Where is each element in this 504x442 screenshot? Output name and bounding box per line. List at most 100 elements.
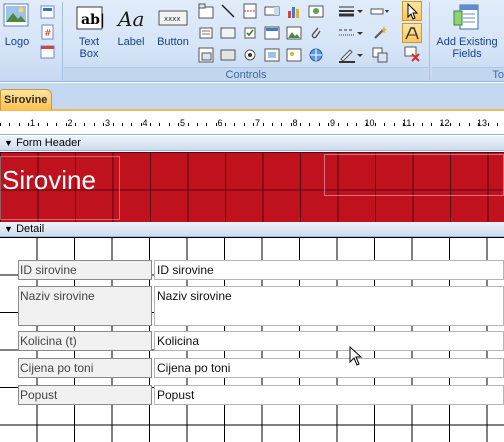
ruler-tick <box>497 123 498 126</box>
svg-text:xxxx: xxxx <box>164 15 181 23</box>
line-icon[interactable] <box>220 3 236 19</box>
ruler-tick <box>197 123 198 126</box>
page-numbers-icon[interactable]: # <box>40 24 56 40</box>
convert-icon[interactable] <box>372 47 388 63</box>
rectangle-icon[interactable] <box>198 25 214 41</box>
horizontal-ruler[interactable]: 1 2 3 4 5 6 7 8 9 10 11 12 13 <box>0 114 504 135</box>
form-header-band[interactable]: Sirovine <box>0 152 504 222</box>
ruler-tick <box>244 123 245 126</box>
ruler-number: 4 <box>142 118 148 128</box>
textbox-id-sirovine[interactable]: ID sirovine <box>154 260 504 280</box>
select-arrow-icon[interactable] <box>402 1 422 21</box>
ruler-tick <box>488 123 489 126</box>
form-title-text: Sirovine <box>2 165 96 195</box>
ruler-number: 6 <box>217 118 223 128</box>
ruler-tick <box>206 123 207 126</box>
set-control-defaults-icon[interactable] <box>370 3 390 19</box>
label-label: Label <box>117 36 145 48</box>
add-existing-fields-button[interactable]: Add Existing Fields <box>432 2 502 60</box>
label-id-sirovine[interactable]: ID sirovine <box>18 260 152 280</box>
form-header-section-label: Form Header <box>16 137 81 149</box>
ruler-number: 10 <box>364 118 375 128</box>
subform-icon[interactable] <box>198 47 214 63</box>
ruler-tick <box>431 123 432 126</box>
line-thickness-icon[interactable] <box>338 3 364 19</box>
mouse-pointer-icon <box>349 345 363 366</box>
hyperlink-icon[interactable] <box>308 47 324 63</box>
ruler-number: 3 <box>105 118 111 128</box>
ruler-tick <box>253 123 254 126</box>
label-popust[interactable]: Popust <box>18 385 152 405</box>
svg-text:#: # <box>44 29 52 39</box>
group-separator <box>429 2 430 80</box>
textbox-label-1: Text <box>78 36 100 48</box>
ruler-tick <box>103 123 104 126</box>
ruler-tick <box>113 123 114 126</box>
textbox-popust[interactable]: Popust <box>154 385 504 405</box>
ruler-tick <box>19 123 20 126</box>
ruler-number: 8 <box>292 118 298 128</box>
title-icon[interactable] <box>40 4 56 20</box>
option-button-icon[interactable] <box>242 47 258 63</box>
command-button-icon: xxxx <box>157 2 189 34</box>
date-time-icon[interactable] <box>40 44 56 60</box>
detail-section-bar[interactable]: ▼ Detail <box>0 222 504 237</box>
remove-layout-icon[interactable] <box>404 46 420 62</box>
ruler-tick <box>422 123 423 126</box>
label-button[interactable]: Aa Label <box>114 2 148 48</box>
combo-box-icon[interactable] <box>264 3 280 19</box>
label-naziv-sirovine[interactable]: Naziv sirovine <box>18 286 152 326</box>
ribbon: Logo # ab| Text Box Aa Label xxxx Button… <box>0 0 504 82</box>
ruler-number: 11 <box>402 118 412 128</box>
textbox-icon: ab| <box>73 2 105 34</box>
button-button[interactable]: xxxx Button <box>152 2 194 48</box>
snap-to-grid-icon[interactable] <box>402 23 422 43</box>
control-wizards-icon[interactable] <box>372 25 388 41</box>
ruler-tick <box>131 123 132 126</box>
ruler-tick <box>375 123 376 126</box>
ruler-tick <box>328 123 329 126</box>
bound-object-icon[interactable] <box>264 47 280 63</box>
image-icon[interactable] <box>286 25 302 41</box>
option-group-icon[interactable] <box>220 25 236 41</box>
controls-group-label: Controls <box>64 67 428 81</box>
form-header-section-bar[interactable]: ▼ Form Header <box>0 136 504 151</box>
header-logo-placeholder[interactable] <box>324 154 504 196</box>
ruler-tick <box>47 123 48 126</box>
line-type-icon[interactable] <box>338 25 364 41</box>
check-box-icon[interactable] <box>242 25 258 41</box>
svg-text:ab|: ab| <box>81 12 105 28</box>
ruler-tick <box>188 123 189 126</box>
line-color-icon[interactable] <box>338 47 364 63</box>
unbound-object-icon[interactable] <box>308 3 324 19</box>
textbox-naziv-sirovine[interactable]: Naziv sirovine <box>154 286 504 326</box>
ruler-tick <box>413 123 414 126</box>
label-cijena-po-toni[interactable]: Cijena po toni <box>18 358 152 378</box>
detail-band[interactable]: ID sirovine ID sirovine Naziv sirovine N… <box>0 237 504 442</box>
attachment-icon[interactable] <box>308 25 324 41</box>
picture-icon[interactable] <box>286 47 302 63</box>
ruler-tick <box>38 123 39 126</box>
chart-icon[interactable] <box>286 3 302 19</box>
ruler-number: 12 <box>439 118 450 128</box>
label-kolicina[interactable]: Kolicina (t) <box>18 331 152 351</box>
insert-page-break-icon[interactable] <box>242 3 258 19</box>
ruler-tick <box>56 123 57 126</box>
ruler-tick <box>356 123 357 126</box>
textbox-cijena-po-toni[interactable]: Cijena po toni <box>154 358 504 378</box>
ruler-tick <box>319 123 320 126</box>
button-label: Button <box>157 36 189 48</box>
document-tab-sirovine[interactable]: Sirovine <box>0 89 52 110</box>
logo-icon <box>1 2 33 34</box>
textbox-button[interactable]: ab| Text Box <box>68 2 110 60</box>
list-box-icon[interactable] <box>264 25 280 41</box>
tools-group-label: To <box>432 67 504 81</box>
form-title-label[interactable]: Sirovine <box>0 156 120 220</box>
tab-control-icon[interactable] <box>198 3 214 19</box>
toggle-button-icon[interactable] <box>220 47 236 63</box>
textbox-kolicina[interactable]: Kolicina <box>154 331 504 351</box>
ruler-tick <box>94 123 95 126</box>
ruler-tick <box>394 123 395 126</box>
logo-button[interactable]: Logo <box>1 2 33 48</box>
add-existing-fields-icon <box>451 2 483 34</box>
